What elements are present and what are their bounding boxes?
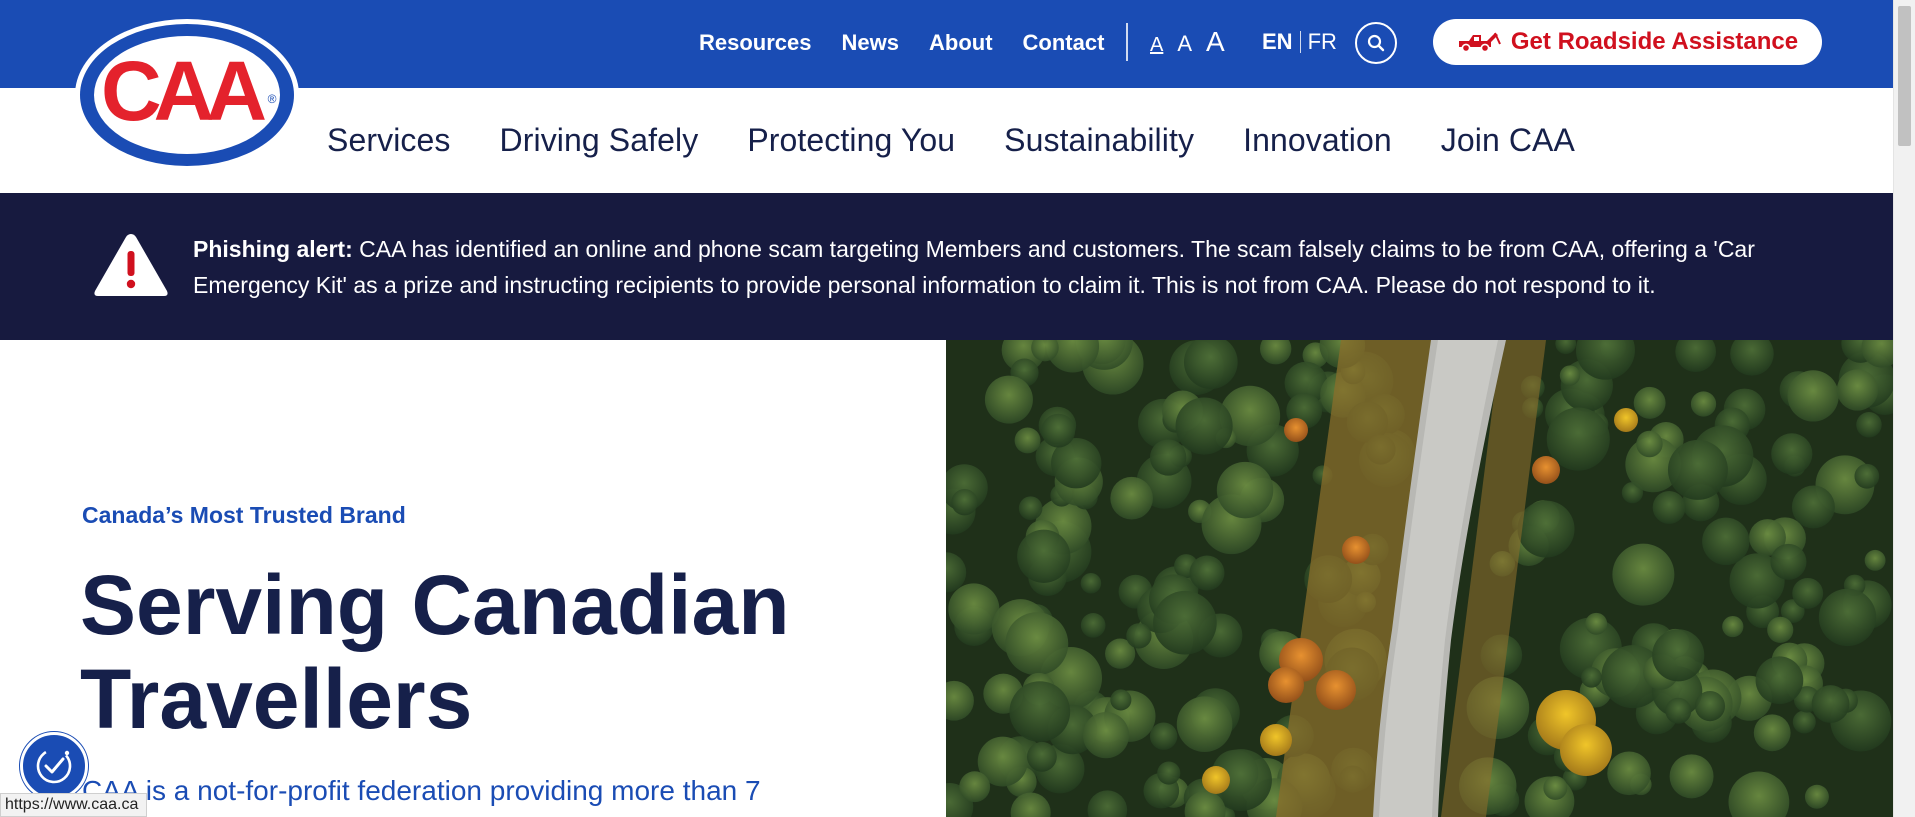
tow-truck-icon [1458,32,1501,53]
warning-icon [94,234,168,296]
accessibility-icon [36,748,72,784]
main-nav-join-caa[interactable]: Join CAA [1441,122,1575,159]
alert-body: CAA has identified an online and phone s… [193,236,1755,298]
main-nav-driving-safely[interactable]: Driving Safely [500,122,699,159]
page-scrollbar[interactable] [1893,0,1915,817]
hero-text-panel: Canada’s Most Trusted Brand Serving Cana… [0,340,946,817]
nav-link-about[interactable]: About [929,26,993,60]
search-icon [1367,34,1385,52]
lang-en-link[interactable]: EN [1262,29,1293,55]
utility-nav: Resources News About Contact [699,26,1134,60]
language-switcher: EN FR [1262,29,1337,55]
scrollbar-thumb[interactable] [1898,6,1911,146]
lang-separator [1299,31,1301,53]
font-size-medium-button[interactable]: A [1177,31,1192,57]
aerial-forest-road-image [946,340,1893,817]
phishing-alert-banner: Phishing alert: CAA has identified an on… [0,193,1893,340]
main-nav-protecting-you[interactable]: Protecting You [747,122,955,159]
accessibility-button[interactable] [20,732,88,800]
logo-text: CAA [101,44,265,138]
nav-link-contact[interactable]: Contact [1023,26,1105,60]
font-size-large-button[interactable]: A [1206,26,1225,58]
lang-fr-link[interactable]: FR [1308,29,1337,55]
hero-title: Serving Canadian Travellers [80,558,790,746]
alert-message: Phishing alert: CAA has identified an on… [193,231,1833,303]
alert-label: Phishing alert: [193,236,353,262]
hero-eyebrow: Canada’s Most Trusted Brand [82,502,406,528]
utility-divider [1126,23,1128,61]
main-nav: Services Driving Safely Protecting You S… [327,122,1624,159]
search-button[interactable] [1355,22,1397,64]
main-nav-services[interactable]: Services [327,122,451,159]
roadside-assistance-label: Get Roadside Assistance [1510,28,1799,55]
main-nav-innovation[interactable]: Innovation [1243,122,1392,159]
nav-link-news[interactable]: News [842,26,899,60]
nav-link-resources[interactable]: Resources [699,26,812,60]
logo-reg-mark: ® [268,92,277,106]
font-size-small-button[interactable]: A [1150,34,1163,57]
caa-logo[interactable]: CAA ® [72,16,302,174]
roadside-assistance-button[interactable]: Get Roadside Assistance [1433,19,1822,65]
hero-description: CAA is a not-for-profit federation provi… [82,775,761,806]
font-size-controls: A A A [1150,26,1225,58]
status-bar-url: https://www.caa.ca [0,793,148,817]
main-nav-sustainability[interactable]: Sustainability [1004,122,1194,159]
